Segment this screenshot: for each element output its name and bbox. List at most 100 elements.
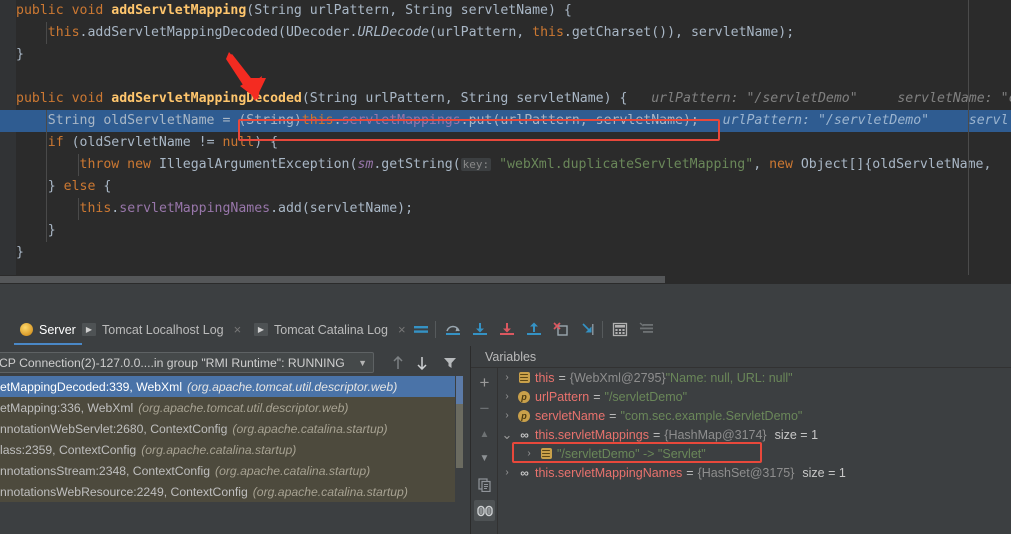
code-line[interactable]: }	[0, 242, 1011, 264]
source-code[interactable]: public void addServletMapping(String url…	[0, 0, 1011, 275]
add-watch-button[interactable]: +	[474, 372, 495, 393]
variable-row[interactable]: › p urlPattern = "/servletDemo"	[498, 387, 1011, 406]
call-stack-frame[interactable]: etMappingDecoded:339, WebXml (org.apache.…	[0, 376, 455, 397]
frame-package: (org.apache.catalina.startup)	[141, 442, 297, 457]
tab-server[interactable]: Server	[14, 314, 82, 345]
code-line[interactable]: public void addServletMapping(String url…	[0, 0, 1011, 22]
frames-up-button[interactable]	[388, 353, 408, 372]
frame-method: etMapping:336, WebXml	[0, 400, 134, 415]
show-execution-point-button[interactable]	[411, 320, 431, 339]
chevron-right-icon[interactable]: ›	[498, 410, 516, 421]
code-line[interactable]: } else {	[0, 176, 1011, 198]
call-stack-list[interactable]: etMappingDecoded:339, WebXml (org.apache.…	[0, 376, 455, 534]
thread-selector[interactable]: CP Connection(2)-127.0.0....in group "RM…	[0, 352, 374, 373]
parameter-name-hint: key:	[460, 158, 492, 171]
move-watch-up-button[interactable]: ▲	[474, 424, 495, 445]
editor-hscroll-thumb[interactable]	[0, 276, 665, 283]
variable-row[interactable]: › this = {WebXml@2795} "Name: null, URL: nu…	[498, 368, 1011, 387]
thread-selector-row: CP Connection(2)-127.0.0....in group "RM…	[0, 350, 470, 374]
close-icon[interactable]: ×	[234, 322, 242, 337]
code-line[interactable]: public void addServletMappingDecoded(Str…	[0, 88, 1011, 110]
remove-watch-button[interactable]: −	[474, 398, 495, 419]
code-line[interactable]: if (oldServletName != null) {	[0, 132, 1011, 154]
evaluate-expression-button[interactable]	[610, 320, 630, 339]
chevron-right-icon[interactable]: ›	[498, 391, 516, 402]
frames-scrollbar[interactable]	[455, 376, 464, 534]
call-stack-frame[interactable]: nnotationsWebResource:2249, ContextConfi…	[0, 481, 455, 502]
code-line[interactable]: this.addServletMappingDecoded(UDecoder.U…	[0, 22, 1011, 44]
force-step-into-button[interactable]	[497, 320, 517, 339]
frame-package: (org.apache.tomcat.util.descriptor.web)	[138, 400, 349, 415]
mute-breakpoints-button[interactable]	[637, 320, 657, 339]
code-token: (urlPattern,	[428, 25, 533, 40]
code-token: String	[254, 3, 302, 18]
code-token: (oldServletName !=	[63, 135, 223, 150]
call-stack-frame[interactable]: nnotationWebServlet:2680, ContextConfig (…	[0, 418, 455, 439]
variable-row[interactable]: › ∞ this.servletMappingNames = {HashSet@3175…	[498, 463, 1011, 482]
toolbar-separator	[435, 321, 436, 338]
chevron-right-icon[interactable]: ›	[498, 372, 516, 383]
debug-tool-window: Server ▶ Tomcat Localhost Log × ▶ Tomcat…	[0, 283, 1011, 534]
code-token: public	[16, 91, 72, 106]
variable-row[interactable]: › "/servletDemo" -> "Servlet"	[498, 442, 1011, 463]
watches-toggle-button[interactable]	[474, 500, 495, 521]
step-over-button[interactable]	[443, 320, 463, 339]
tab-label: Server	[39, 322, 76, 337]
chevron-right-icon[interactable]: ›	[520, 448, 538, 459]
frames-filter-button[interactable]	[440, 353, 460, 372]
code-token: .getCharset()), servletName);	[563, 25, 795, 40]
frame-method: etMappingDecoded:339, WebXml	[0, 379, 183, 394]
close-icon[interactable]: ×	[398, 322, 406, 337]
variable-row[interactable]: › p servletName = "com.sec.example.ServletDe…	[498, 406, 1011, 425]
toolwindow-separator	[0, 283, 1011, 284]
run-to-cursor-button[interactable]	[578, 320, 598, 339]
drop-frame-button[interactable]	[551, 320, 571, 339]
minus-icon: −	[479, 398, 490, 418]
copy-value-button[interactable]	[474, 474, 495, 495]
tab-label: Tomcat Localhost Log	[102, 322, 224, 337]
editor-right-margin-line	[968, 0, 969, 275]
tab-tomcat-localhost-log[interactable]: ▶ Tomcat Localhost Log ×	[76, 314, 247, 345]
move-watch-down-button[interactable]: ▼	[474, 448, 495, 469]
step-into-button[interactable]	[470, 320, 490, 339]
chevron-down-icon[interactable]: ⌄	[498, 428, 516, 441]
tab-tomcat-catalina-log[interactable]: ▶ Tomcat Catalina Log ×	[248, 314, 412, 345]
code-token: .add(servletName);	[270, 201, 414, 216]
variable-row[interactable]: ⌄ ∞ this.servletMappings = {HashMap@3174} siz…	[498, 425, 1011, 444]
code-token: public	[16, 3, 72, 18]
editor-horizontal-scrollbar[interactable]	[0, 275, 1011, 283]
variables-title: Variables	[471, 346, 1011, 368]
chevron-right-icon[interactable]: ›	[498, 467, 516, 478]
step-out-button[interactable]	[524, 320, 544, 339]
code-line[interactable]: throw new IllegalArgumentException(sm.ge…	[0, 154, 1011, 176]
code-line[interactable]: }	[0, 220, 1011, 242]
call-stack-frame[interactable]: lass:2359, ContextConfig (org.apache.cata…	[0, 439, 455, 460]
code-token: urlPattern,	[357, 91, 461, 106]
code-token: new	[769, 157, 801, 172]
code-token: void	[71, 3, 112, 18]
indent-guide	[46, 220, 47, 242]
frames-scrollbar-thumb-top[interactable]	[456, 376, 463, 404]
code-line[interactable]	[0, 66, 1011, 88]
run-icon: ▶	[82, 323, 96, 336]
code-editor[interactable]: public void addServletMapping(String url…	[0, 0, 1011, 283]
code-token: null	[222, 135, 255, 150]
variables-left-toolbar: + − ▲ ▼	[471, 368, 498, 534]
call-stack-frame[interactable]: etMapping:336, WebXml (org.apache.tomcat.…	[0, 397, 455, 418]
frames-scrollbar-thumb[interactable]	[456, 404, 463, 468]
frames-down-button[interactable]	[412, 353, 432, 372]
call-stack-frame[interactable]: nnotationsStream:2348, ContextConfig (org…	[0, 460, 455, 481]
code-token: Object[]{oldServletName,	[800, 157, 992, 172]
code-token: servletMappingNames	[119, 201, 271, 216]
indent-guide	[46, 176, 47, 198]
code-token: }	[16, 245, 24, 260]
variables-tree[interactable]: › this = {WebXml@2795} "Name: null, URL: nu…	[498, 368, 1011, 534]
code-token: this	[47, 25, 80, 40]
code-token: servletName:	[857, 91, 1001, 106]
code-line[interactable]: this.servletMappingNames.add(servletName…	[0, 198, 1011, 220]
collection-size: size = 1	[774, 427, 819, 442]
code-token: if	[47, 135, 64, 150]
code-line-current[interactable]: String oldServletName = (String)this.ser…	[0, 110, 1011, 132]
code-line[interactable]: }	[0, 44, 1011, 66]
